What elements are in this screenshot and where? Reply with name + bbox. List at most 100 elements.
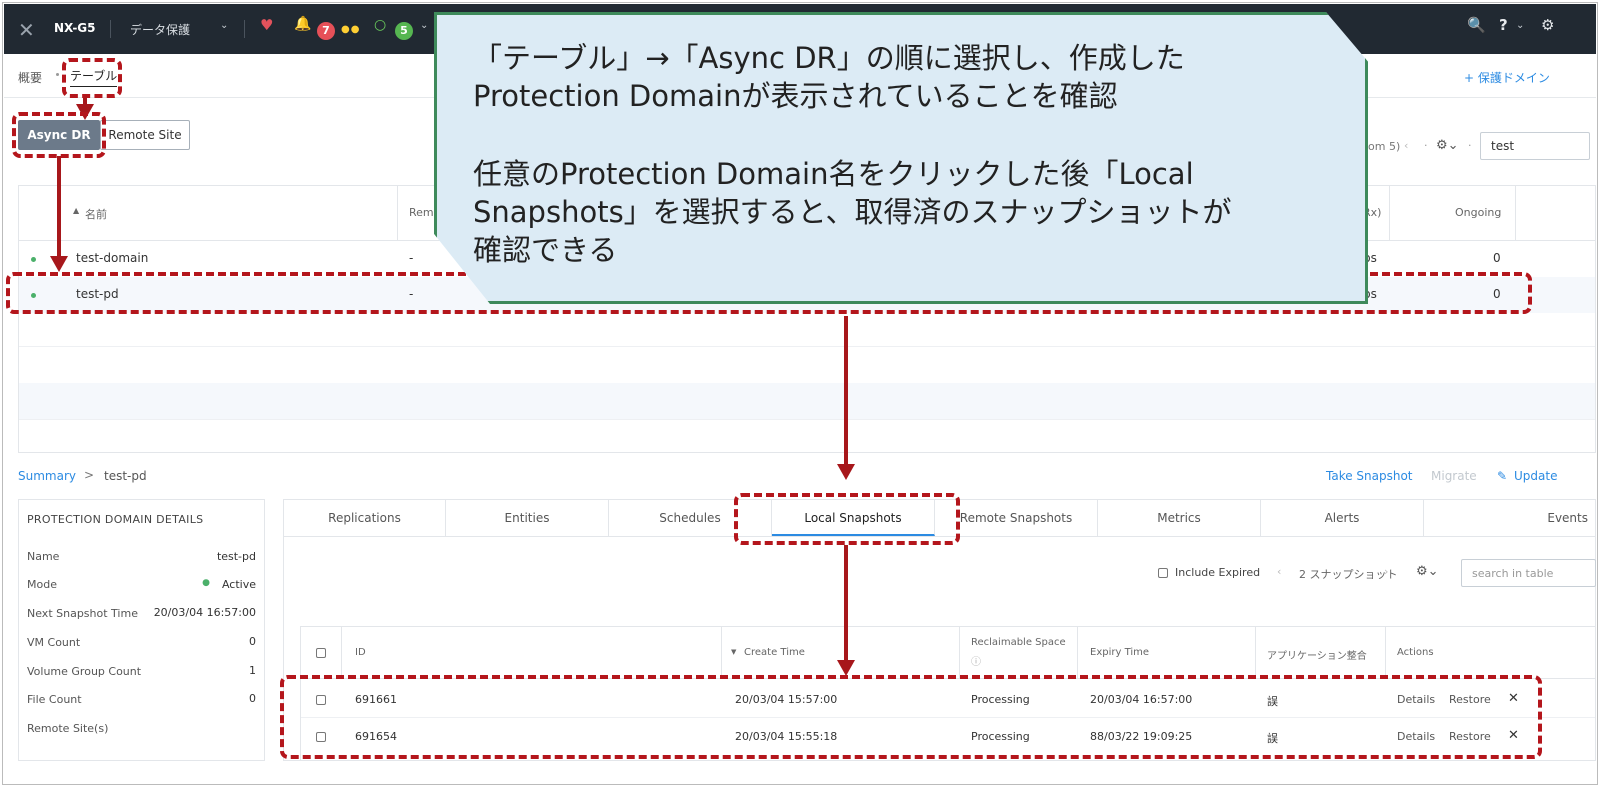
include-expired-checkbox[interactable] — [1158, 568, 1168, 578]
column-header-expiry-time[interactable]: Expiry Time — [1090, 647, 1149, 658]
detail-label: File Count — [27, 693, 82, 706]
highlight-snapshot-rows — [280, 675, 1542, 759]
take-snapshot-link[interactable]: Take Snapshot — [1326, 469, 1413, 483]
highlight-local-snapshots-tab — [734, 493, 960, 545]
detail-label: Mode — [27, 578, 57, 591]
divider — [110, 20, 111, 38]
summary-link[interactable]: Summary — [18, 469, 76, 483]
column-separator — [1515, 186, 1516, 241]
search-icon[interactable]: 🔍 — [1467, 16, 1486, 34]
callout-line: 「テーブル」→「Async DR」の順に選択し、作成した — [473, 41, 1185, 75]
column-separator — [721, 627, 722, 679]
next-page-icon[interactable]: › — [1384, 565, 1388, 578]
column-header-create-time[interactable]: Create Time — [744, 647, 805, 658]
health-heart-icon[interactable]: ♥ — [260, 16, 273, 34]
callout-line: 確認できる — [473, 233, 618, 267]
column-separator — [1389, 186, 1390, 241]
prev-page-icon[interactable]: ‹ — [1404, 139, 1408, 152]
sort-asc-icon[interactable]: ▲ — [73, 206, 79, 215]
alert-bell-icon[interactable]: 🔔 — [294, 16, 311, 32]
detail-label: VM Count — [27, 636, 81, 649]
update-link[interactable]: Update — [1514, 469, 1557, 483]
pd-remote: - — [409, 251, 414, 265]
info-icon[interactable]: ⓘ — [971, 653, 981, 668]
active-status-dot-icon: ● — [202, 578, 210, 588]
chevron-down-icon[interactable]: ⌄ — [220, 20, 228, 31]
column-header-actions: Actions — [1397, 647, 1434, 658]
protection-domain-details-panel: PROTECTION DOMAIN DETAILS Name test-pd M… — [18, 499, 265, 761]
entity-count: om 5) — [1368, 140, 1401, 153]
nutanix-x-logo-icon[interactable]: ✕ — [18, 18, 35, 42]
tab-entities[interactable]: Entities — [446, 500, 609, 536]
row-divider — [19, 346, 1595, 347]
detail-label: Remote Site(s) — [27, 722, 109, 735]
prev-page-icon[interactable]: ‹ — [1277, 565, 1281, 578]
include-expired-label[interactable]: Include Expired — [1175, 566, 1260, 579]
callout-line: 任意のProtection Domain名をクリックした後「Local — [473, 157, 1194, 191]
select-all-checkbox[interactable] — [316, 648, 326, 658]
chevron-right-icon: > — [84, 468, 95, 482]
pd-ongoing: 0 — [1493, 251, 1501, 265]
help-icon[interactable]: ? — [1499, 16, 1508, 34]
detail-label: Name — [27, 550, 60, 563]
screen: ✕ NX-G5 データ保護 ⌄ ♥ 🔔 7 ●● ○ 5 ⌄ 🔍 ? ⌄ ⚙ 概… — [0, 0, 1600, 787]
divider — [244, 20, 245, 38]
annotation-arrowhead — [837, 464, 855, 480]
event-dots-icon[interactable]: ●● — [341, 24, 360, 35]
tab-events[interactable]: Events — [1424, 500, 1596, 536]
detail-value: 1 — [249, 664, 256, 677]
chevron-down-icon[interactable]: ⌄ — [1516, 20, 1524, 31]
pencil-icon[interactable]: ✎ — [1497, 469, 1507, 483]
separator-dot: · — [1424, 139, 1428, 152]
row-divider — [19, 419, 1595, 420]
gear-icon[interactable]: ⚙⌄ — [1416, 564, 1439, 579]
detail-label: Next Snapshot Time — [27, 607, 138, 620]
callout-line: Snapshots」を選択すると、取得済のスナップショットが — [473, 195, 1232, 229]
detail-value: Active — [221, 578, 256, 591]
detail-label: Volume Group Count — [27, 665, 142, 678]
tab-replications[interactable]: Replications — [284, 500, 446, 536]
annotation-arrow-shaft — [844, 316, 848, 464]
tab-alerts[interactable]: Alerts — [1261, 500, 1424, 536]
detail-value: 0 — [249, 635, 256, 648]
column-separator — [1077, 627, 1078, 679]
remote-site-button[interactable]: Remote Site — [100, 120, 190, 150]
add-protection-domain-link[interactable]: + 保護ドメイン — [1464, 69, 1550, 86]
column-separator — [1255, 627, 1256, 679]
column-header-id[interactable]: ID — [355, 647, 366, 658]
snapshot-count: 2 スナップショット — [1299, 568, 1398, 581]
task-circle-icon[interactable]: ○ — [374, 17, 386, 33]
section-dropdown[interactable]: データ保護 — [130, 21, 190, 38]
overview-link[interactable]: 概要 — [18, 69, 42, 86]
detail-value: test-pd — [216, 550, 256, 563]
selected-pd-name: test-pd — [104, 469, 147, 483]
column-header-app-consistent[interactable]: アプリケーション整合 — [1267, 647, 1367, 662]
sort-desc-icon[interactable]: ▼ — [731, 648, 736, 656]
instruction-callout: 「テーブル」→「Async DR」の順に選択し、作成した Protection … — [434, 12, 1368, 304]
separator-dot: · — [1468, 139, 1472, 152]
pd-search-input[interactable]: test — [1480, 132, 1590, 160]
annotation-arrow-shaft — [844, 545, 848, 661]
column-header-reclaimable-space[interactable]: Reclaimable Space — [971, 637, 1066, 648]
column-header-name[interactable]: 名前 — [85, 206, 107, 222]
task-count-badge[interactable]: 5 — [395, 22, 413, 40]
cluster-name[interactable]: NX-G5 — [54, 21, 96, 35]
empty-row — [19, 383, 1595, 419]
column-header-ongoing[interactable]: Ongoing — [1455, 206, 1501, 219]
annotation-arrowhead — [50, 256, 68, 272]
column-separator — [1385, 627, 1386, 679]
pd-name[interactable]: test-domain — [76, 251, 148, 265]
alert-count-badge[interactable]: 7 — [317, 22, 335, 40]
migrate-link[interactable]: Migrate — [1431, 469, 1477, 483]
gear-icon[interactable]: ⚙⌄ — [1436, 138, 1459, 153]
snapshot-search-input[interactable]: search in table — [1461, 559, 1596, 587]
detail-value: 0 — [249, 692, 256, 705]
tab-metrics[interactable]: Metrics — [1098, 500, 1261, 536]
gear-icon[interactable]: ⚙ — [1541, 16, 1554, 34]
highlight-async-dr — [12, 112, 106, 158]
chevron-down-icon[interactable]: ⌄ — [420, 20, 428, 31]
detail-value: 20/03/04 16:57:00 — [153, 606, 256, 619]
column-separator — [397, 186, 398, 241]
status-dot-icon — [31, 257, 36, 262]
details-title: PROTECTION DOMAIN DETAILS — [27, 513, 204, 526]
